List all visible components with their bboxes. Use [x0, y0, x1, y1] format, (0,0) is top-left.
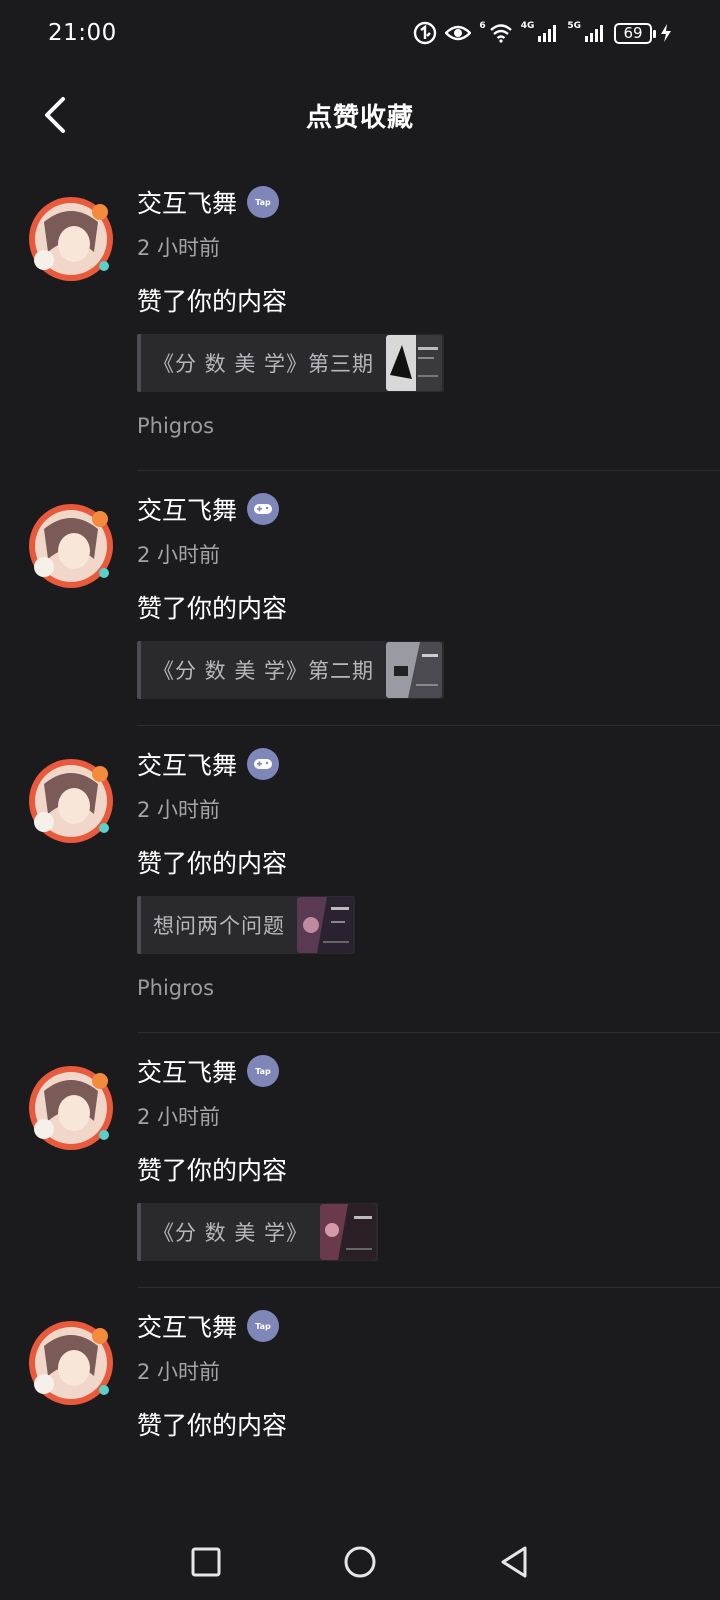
timestamp: 2 小时前	[137, 543, 221, 567]
avatar[interactable]	[24, 1316, 118, 1410]
battery-indicator: 69	[614, 22, 656, 44]
charging-icon	[661, 24, 671, 42]
action-text: 赞了你的内容	[137, 849, 288, 878]
game-tag[interactable]: Phigros	[137, 976, 720, 1006]
tap-badge-label: Tap	[255, 1321, 271, 1331]
timestamp: 2 小时前	[137, 1105, 221, 1129]
tap-badge-icon: Tap	[247, 186, 280, 218]
timestamp: 2 小时前	[137, 236, 221, 260]
tap-badge-label: Tap	[255, 1066, 271, 1076]
user-row: 交互飞舞 Tap	[137, 178, 720, 220]
timestamp: 2 小时前	[137, 1360, 221, 1384]
system-nav-bar	[0, 1524, 720, 1600]
avatar[interactable]	[24, 192, 118, 286]
action-text: 赞了你的内容	[137, 594, 288, 623]
username[interactable]: 交互飞舞	[137, 491, 237, 527]
divider	[137, 1032, 720, 1033]
action-text: 赞了你的内容	[137, 1156, 288, 1185]
data-saver-icon	[414, 21, 437, 45]
user-row: 交互飞舞	[137, 485, 720, 527]
tap-badge-icon: Tap	[247, 1055, 280, 1087]
avatar[interactable]	[24, 499, 118, 593]
gamepad-icon	[254, 504, 273, 514]
list-item[interactable]: 交互飞舞 2 小时前 赞了你的内容 《分 数 美 学》第二期	[0, 485, 720, 726]
divider	[137, 725, 720, 726]
divider	[137, 1287, 720, 1288]
wifi-icon	[489, 24, 512, 43]
eye-icon	[445, 25, 472, 41]
divider	[137, 470, 720, 471]
content-card[interactable]: 想问两个问题	[137, 896, 355, 954]
avatar[interactable]	[24, 754, 118, 848]
username[interactable]: 交互飞舞	[137, 1308, 237, 1344]
content-card[interactable]: 《分 数 美 学》第三期	[137, 334, 445, 392]
circle-icon	[344, 1546, 376, 1578]
notification-feed: 交互飞舞 Tap 2 小时前 赞了你的内容 《分 数 美 学》第三期 Phigr…	[0, 178, 720, 1440]
signal-icon-2	[585, 25, 603, 42]
username[interactable]: 交互飞舞	[137, 1053, 237, 1089]
content-card-title: 《分 数 美 学》第二期	[153, 659, 375, 683]
user-row: 交互飞舞	[137, 740, 720, 782]
status-icons: 6 4G 5G 69	[413, 21, 672, 45]
tap-badge-icon	[247, 493, 280, 525]
network-4g-label: 4G	[520, 21, 535, 31]
content-thumbnail	[386, 642, 443, 698]
content-thumbnail	[386, 335, 443, 391]
status-bar: 21:00 6 4G 5G 69	[0, 0, 720, 66]
username[interactable]: 交互飞舞	[137, 746, 237, 782]
list-item[interactable]: 交互飞舞 Tap 2 小时前 赞了你的内容	[0, 1302, 720, 1440]
content-card-title: 《分 数 美 学》	[153, 1221, 309, 1245]
recents-button[interactable]	[184, 1540, 228, 1584]
tap-badge-icon: Tap	[247, 1310, 280, 1342]
battery-level: 69	[623, 24, 643, 42]
content-thumbnail	[297, 897, 353, 953]
back-button[interactable]	[30, 90, 80, 140]
content-card-title: 《分 数 美 学》第三期	[153, 352, 375, 376]
list-item[interactable]: 交互飞舞 2 小时前 赞了你的内容 想问两个问题 Phigros	[0, 740, 720, 1033]
user-row: 交互飞舞 Tap	[137, 1047, 720, 1089]
tap-badge-label: Tap	[255, 197, 271, 207]
network-5g-label: 5G	[567, 21, 581, 31]
user-row: 交互飞舞 Tap	[137, 1302, 720, 1344]
content-thumbnail	[320, 1204, 377, 1260]
wifi-tag: 6	[479, 21, 486, 31]
game-tag[interactable]: Phigros	[137, 414, 720, 444]
screen: 21:00 6 4G 5G 69 点赞收藏 交互飞舞 Tap 2 小时前 赞了你…	[0, 0, 720, 1600]
action-text: 赞了你的内容	[137, 287, 288, 316]
back-arrow-icon	[45, 97, 65, 133]
home-button[interactable]	[338, 1540, 382, 1584]
signal-icon-1	[538, 25, 557, 42]
content-card-title: 想问两个问题	[153, 914, 285, 938]
gamepad-icon	[254, 759, 273, 769]
list-item[interactable]: 交互飞舞 Tap 2 小时前 赞了你的内容 《分 数 美 学》第三期 Phigr…	[0, 178, 720, 471]
timestamp: 2 小时前	[137, 798, 221, 822]
avatar[interactable]	[24, 1061, 118, 1155]
list-item[interactable]: 交互飞舞 Tap 2 小时前 赞了你的内容 《分 数 美 学》	[0, 1047, 720, 1288]
content-card[interactable]: 《分 数 美 学》第二期	[137, 641, 445, 699]
status-time: 21:00	[48, 20, 117, 46]
content-card[interactable]: 《分 数 美 学》	[137, 1203, 379, 1261]
header: 点赞收藏	[0, 76, 720, 154]
page-title: 点赞收藏	[305, 102, 414, 133]
tap-badge-icon	[247, 748, 280, 780]
back-nav-button[interactable]	[492, 1540, 536, 1584]
action-text: 赞了你的内容	[137, 1411, 288, 1440]
triangle-back-icon	[501, 1546, 527, 1578]
square-icon	[191, 1547, 221, 1577]
username[interactable]: 交互飞舞	[137, 184, 237, 220]
